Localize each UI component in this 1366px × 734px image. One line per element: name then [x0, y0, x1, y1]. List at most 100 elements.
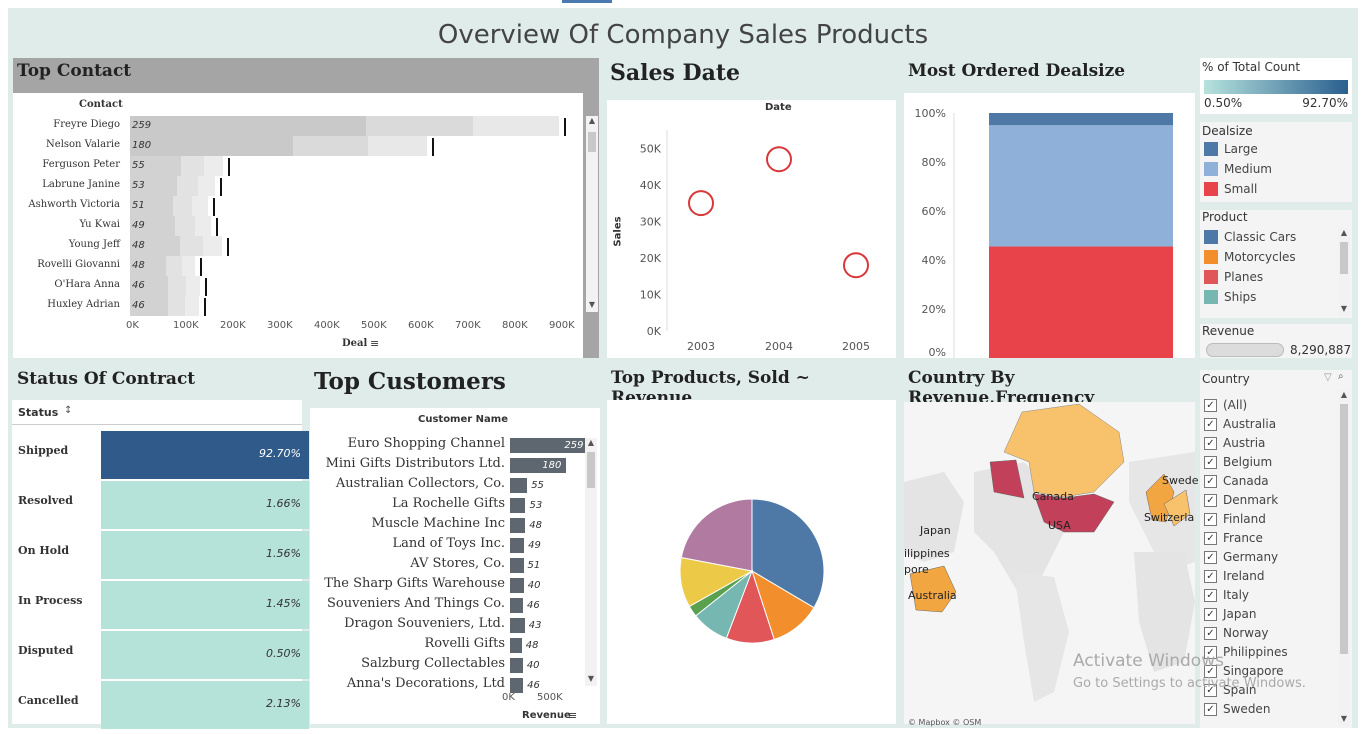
scroll-thumb[interactable]	[587, 452, 595, 488]
customer-bar	[510, 618, 525, 633]
revenue-range-slider[interactable]	[1206, 343, 1284, 357]
checkbox-checked-icon[interactable]: ✓	[1204, 436, 1217, 450]
checkbox-checked-icon[interactable]: ✓	[1204, 474, 1217, 488]
status-row[interactable]: On Hold 1.56%	[16, 531, 309, 579]
checkbox-checked-icon[interactable]: ✓	[1204, 512, 1217, 526]
country-filter-item[interactable]: ✓ France	[1204, 531, 1263, 545]
product-scrollbar[interactable]: ▲ ▼	[1338, 228, 1350, 316]
contact-deal-marker	[226, 238, 229, 256]
pct-legend-title: % of Total Count	[1202, 60, 1301, 74]
status-row[interactable]: Disputed 0.50%	[16, 631, 309, 679]
contact-deal-band	[130, 116, 366, 136]
customer-scrollbar[interactable]: ▲ ▼	[585, 438, 597, 686]
sort-icon[interactable]: ≡	[568, 709, 577, 722]
country-filter-item[interactable]: ✓ Canada	[1204, 474, 1269, 488]
scroll-up-icon[interactable]: ▲	[586, 116, 598, 125]
checkbox-checked-icon[interactable]: ✓	[1204, 607, 1217, 621]
scroll-up-icon[interactable]: ▲	[585, 438, 597, 447]
status-bar: 2.13%	[101, 681, 309, 729]
country-name: Sweden	[1223, 702, 1271, 716]
country-filter-item[interactable]: ✓ (All)	[1204, 398, 1247, 412]
search-icon[interactable]: ⌕	[1338, 371, 1344, 382]
scroll-up-icon[interactable]: ▲	[1338, 390, 1350, 399]
checkbox-checked-icon[interactable]: ✓	[1204, 455, 1217, 469]
country-filter-item[interactable]: ✓ Germany	[1204, 550, 1278, 564]
contact-count: 53	[132, 180, 145, 191]
customer-name: Dragon Souveniers, Ltd.	[344, 616, 505, 631]
filter-icon[interactable]: ▽	[1324, 372, 1332, 383]
checkbox-checked-icon[interactable]: ✓	[1204, 702, 1217, 716]
country-filter-item[interactable]: ✓ Finland	[1204, 512, 1266, 526]
contact-deal-band	[185, 276, 200, 296]
deal-tick-label: 700K	[455, 320, 481, 331]
customer-count: 55	[531, 480, 544, 491]
watermark-line2: Go to Settings to activate Windows.	[1073, 676, 1306, 691]
status-row[interactable]: Cancelled 2.13%	[16, 681, 309, 729]
scroll-thumb[interactable]	[1340, 242, 1348, 274]
checkbox-checked-icon[interactable]: ✓	[1204, 493, 1217, 507]
customer-count: 40	[526, 660, 540, 671]
customer-name: Australian Collectors, Co.	[335, 476, 505, 491]
scroll-up-icon[interactable]: ▲	[1338, 228, 1350, 237]
country-name: Belgium	[1223, 455, 1273, 469]
country-filter-item[interactable]: ✓ Norway	[1204, 626, 1269, 640]
country-filter-item[interactable]: ✓ Austria	[1204, 436, 1265, 450]
country-filter-item[interactable]: ✓ Ireland	[1204, 569, 1265, 583]
status-row[interactable]: In Process 1.45%	[16, 581, 309, 629]
country-filter-item[interactable]: ✓ Japan	[1204, 607, 1256, 621]
country-filter-item[interactable]: ✓ Sweden	[1204, 702, 1270, 716]
country-filter-item[interactable]: ✓ Belgium	[1204, 455, 1272, 469]
customer-bar	[510, 538, 525, 553]
status-row[interactable]: Shipped 92.70%	[16, 431, 309, 479]
customer-col-header: Customer Name	[418, 414, 508, 425]
contact-count: 48	[132, 260, 145, 271]
contact-deal-band	[197, 176, 215, 196]
product-legend-item[interactable]: Motorcycles	[1204, 250, 1296, 264]
product-legend-item[interactable]: Ships	[1204, 290, 1256, 304]
scroll-down-icon[interactable]: ▼	[1338, 304, 1350, 313]
dealsize-legend-item[interactable]: Small	[1204, 182, 1257, 196]
checkbox-checked-icon[interactable]: ✓	[1204, 398, 1217, 412]
customer-name: AV Stores, Co.	[410, 556, 505, 571]
dealsize-legend-item[interactable]: Medium	[1204, 162, 1272, 176]
scroll-thumb[interactable]	[588, 132, 596, 152]
year-tick-label: 2003	[687, 340, 715, 353]
checkbox-checked-icon[interactable]: ✓	[1204, 588, 1217, 602]
revenue-tick-label: 0K	[502, 692, 515, 703]
scroll-down-icon[interactable]: ▼	[586, 300, 598, 309]
sort-icon[interactable]: ≡	[370, 337, 379, 350]
checkbox-checked-icon[interactable]: ✓	[1204, 550, 1217, 564]
scroll-down-icon[interactable]: ▼	[585, 674, 597, 683]
contact-deal-band	[184, 296, 199, 316]
customer-count: 48	[525, 640, 539, 651]
map-label-singapore: pore	[904, 563, 929, 576]
customer-bar	[510, 578, 524, 593]
dealsize-legend-item[interactable]: Large	[1204, 142, 1258, 156]
scroll-thumb[interactable]	[1340, 404, 1348, 654]
checkbox-checked-icon[interactable]: ✓	[1204, 626, 1217, 640]
scroll-down-icon[interactable]: ▼	[1338, 714, 1350, 723]
contact-deal-band	[192, 196, 208, 216]
status-pct: 1.66%	[266, 497, 301, 510]
checkbox-checked-icon[interactable]: ✓	[1204, 531, 1217, 545]
watermark-line1: Activate Windows	[1073, 651, 1224, 671]
contact-name: Rovelli Giovanni	[37, 259, 120, 270]
country-filter-item[interactable]: ✓ Italy	[1204, 588, 1249, 602]
country-scrollbar[interactable]: ▲ ▼	[1338, 390, 1350, 726]
checkbox-checked-icon[interactable]: ✓	[1204, 417, 1217, 431]
top-customers-panel: Top Customers Customer Name Euro Shoppin…	[310, 364, 600, 728]
customer-bar	[510, 518, 526, 533]
contact-deal-band	[195, 216, 212, 236]
contact-scrollbar[interactable]: ▲ ▼	[586, 116, 598, 312]
legend-swatch	[1204, 142, 1218, 156]
product-legend-item[interactable]: Planes	[1204, 270, 1263, 284]
country-filter-item[interactable]: ✓ Denmark	[1204, 493, 1278, 507]
status-row[interactable]: Resolved 1.66%	[16, 481, 309, 529]
customer-name: La Rochelle Gifts	[392, 496, 505, 511]
country-name: France	[1223, 531, 1263, 545]
product-legend-item[interactable]: Classic Cars	[1204, 230, 1296, 244]
country-filter-item[interactable]: ✓ Australia	[1204, 417, 1276, 431]
sort-icon[interactable]: ↕	[64, 405, 72, 416]
contact-count: 51	[132, 200, 145, 211]
checkbox-checked-icon[interactable]: ✓	[1204, 569, 1217, 583]
